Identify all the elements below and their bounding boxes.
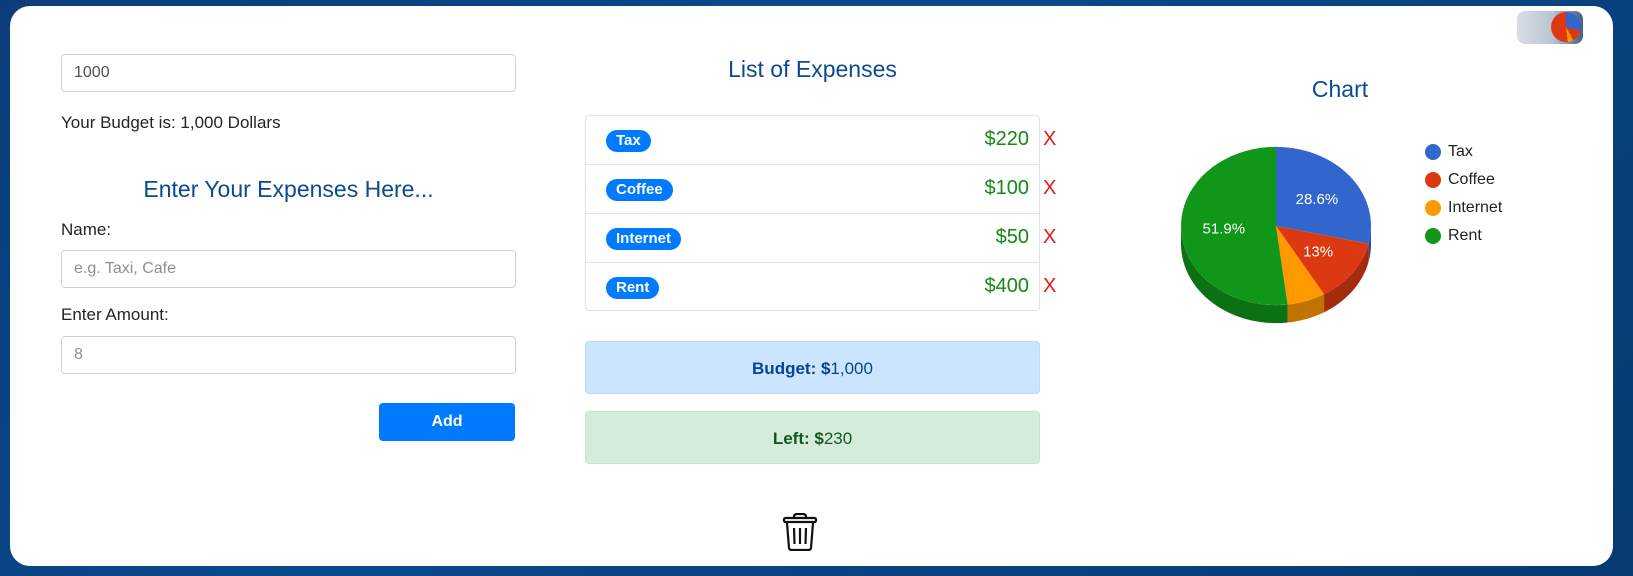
pie-slice-label: 13% [1303,244,1333,261]
list-item: Internet $50 [586,214,1039,263]
left-summary: Left: $230 [585,411,1040,464]
amount-label: Enter Amount: [61,305,169,324]
entry-title: Enter Your Expenses Here... [143,176,434,202]
legend-label: Rent [1448,227,1482,244]
delete-expense-button[interactable]: X [1043,226,1056,249]
legend-label: Coffee [1448,171,1495,188]
budget-summary: Budget: $1,000 [585,341,1040,394]
expense-list: Tax $220 Coffee $100 Internet $50 Rent $… [585,115,1040,311]
pie-slice-label: 28.6% [1296,191,1339,208]
legend-label: Tax [1448,143,1473,160]
budget-summary-value: 1,000 [830,359,873,378]
expense-amount: $220 [984,128,1030,150]
legend-item: Coffee [1425,166,1502,194]
delete-expense-button[interactable]: X [1043,275,1056,298]
expense-amount: $100 [984,177,1030,199]
budget-input[interactable] [61,54,516,92]
add-button[interactable]: Add [379,403,515,441]
expense-name-badge: Internet [606,228,682,250]
trash-icon[interactable] [782,513,818,551]
expense-name-badge: Tax [606,130,651,152]
legend-swatch [1425,200,1441,216]
chart-title: Chart [1311,76,1369,102]
chart-thumbnail-icon [1551,12,1581,42]
delete-expense-button[interactable]: X [1043,128,1056,151]
expense-name-input[interactable] [61,250,516,288]
expense-amount-input[interactable] [61,336,516,374]
expense-name-badge: Rent [606,277,660,299]
expense-amount: $400 [984,275,1030,297]
legend-item: Internet [1425,194,1502,222]
list-item: Tax $220 [586,116,1039,165]
list-item: Rent $400 [586,263,1039,312]
budget-text: Your Budget is: 1,000 Dollars [61,113,281,132]
legend-swatch [1425,228,1441,244]
legend-swatch [1425,144,1441,160]
budget-summary-label: Budget: $ [752,359,831,378]
expense-amount: $50 [995,226,1029,248]
delete-expense-button[interactable]: X [1043,177,1056,200]
name-label: Name: [61,220,112,239]
legend-item: Rent [1425,222,1502,250]
list-item: Coffee $100 [586,165,1039,214]
pie-slice-label: 51.9% [1203,221,1246,238]
left-summary-label: Left: $ [772,429,824,448]
list-title: List of Expenses [728,56,897,82]
expense-name-badge: Coffee [606,179,673,201]
left-summary-value: 230 [823,429,853,448]
legend-swatch [1425,172,1441,188]
expense-pie-chart: 28.6% 13% 51.9% [1181,146,1371,324]
legend-label: Internet [1448,199,1503,216]
chart-thumbnail-button[interactable] [1517,11,1583,44]
legend-item: Tax [1425,138,1502,166]
chart-legend: Tax Coffee Internet Rent [1425,138,1502,250]
